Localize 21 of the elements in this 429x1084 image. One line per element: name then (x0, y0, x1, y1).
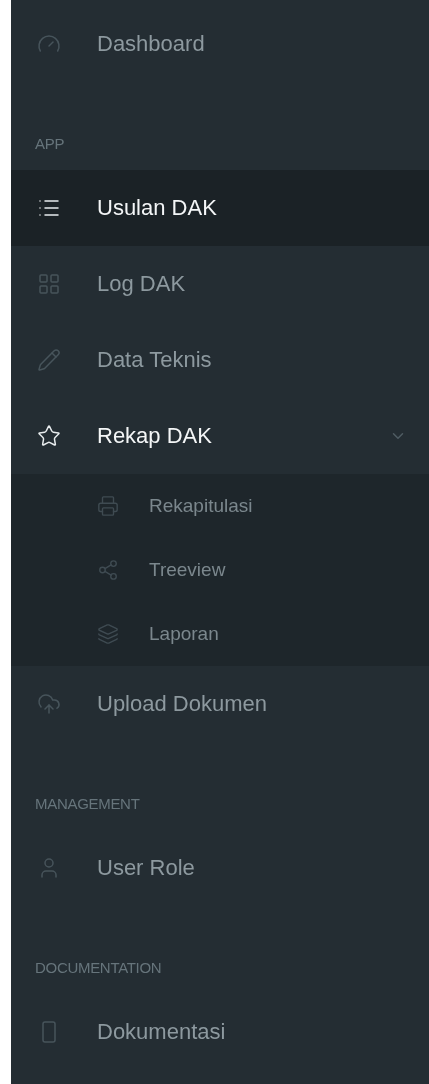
menu-item[interactable]: Usulan DAK (11, 170, 429, 246)
star-icon (37, 424, 61, 448)
printer-icon (97, 495, 119, 517)
menu-item[interactable]: Dashboard (11, 6, 429, 82)
menu-item[interactable]: User Role (11, 830, 429, 906)
submenu-item[interactable]: Rekapitulasi (11, 474, 429, 538)
section-header: MANAGEMENT (35, 795, 140, 812)
menu-item[interactable]: Data Teknis (11, 322, 429, 398)
share-icon (97, 559, 119, 581)
grid-icon (37, 272, 61, 296)
menu-item[interactable]: Upload Dokumen (11, 666, 429, 742)
submenu-item[interactable]: Treeview (11, 538, 429, 602)
submenu-item[interactable]: Laporan (11, 602, 429, 666)
section-header: APP (35, 135, 65, 152)
pencil-icon (37, 348, 61, 372)
layers-icon (97, 623, 119, 645)
section-header: DOCUMENTATION (35, 959, 162, 976)
cloud-upload-icon (37, 692, 61, 716)
menu-item[interactable]: Dokumentasi (11, 994, 429, 1070)
menu-item[interactable]: Log DAK (11, 246, 429, 322)
menu-item[interactable]: Rekap DAK (11, 398, 429, 474)
